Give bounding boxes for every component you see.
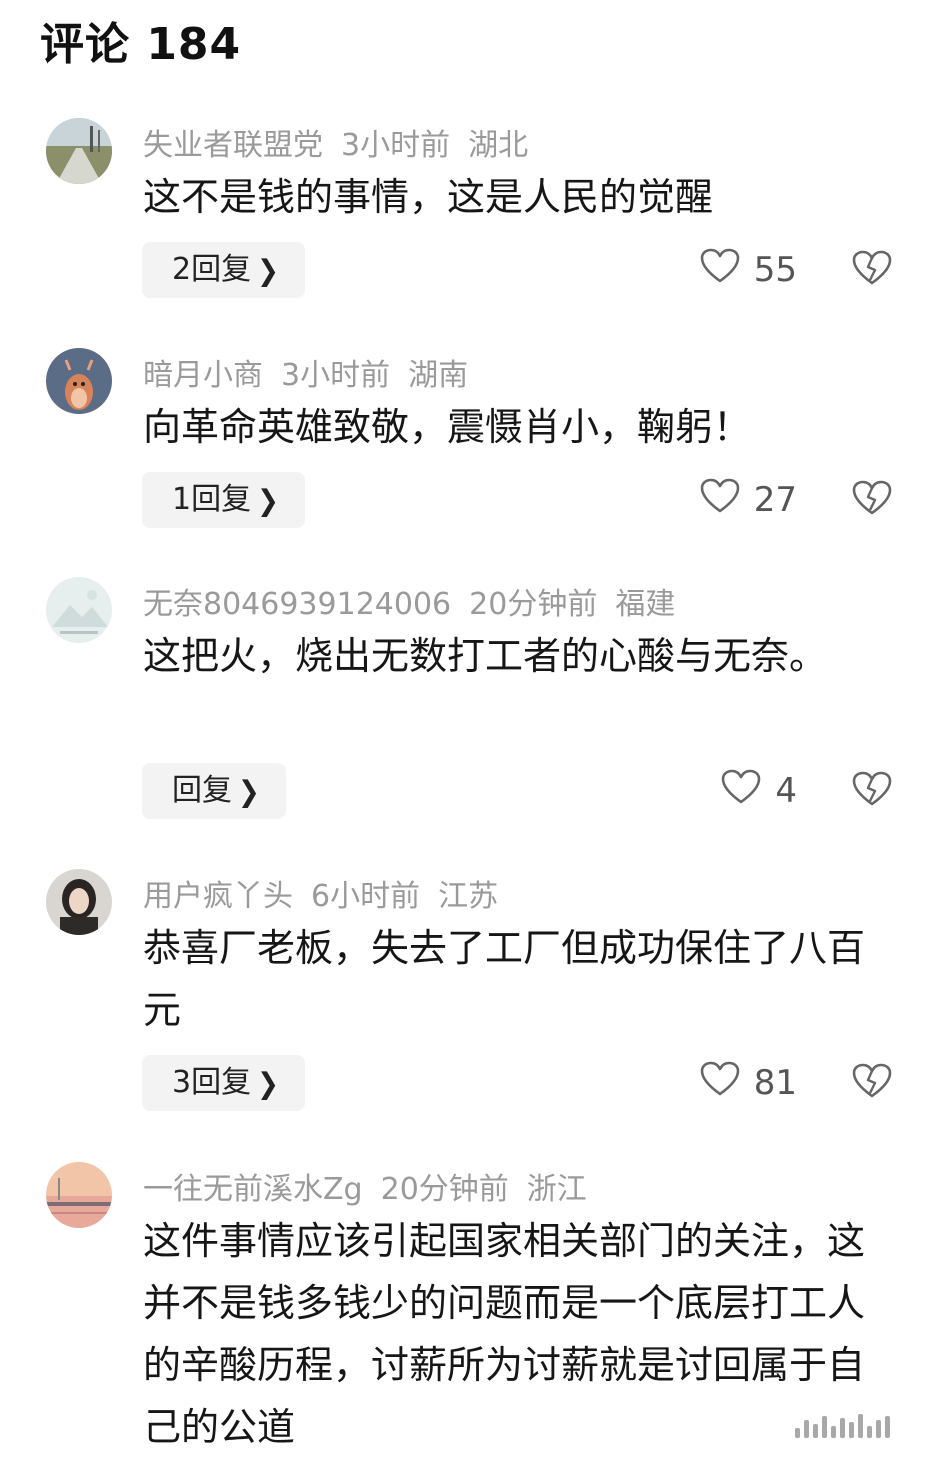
heart-outline-icon	[700, 248, 740, 293]
comment-text: 向革命英雄致敬，震慑肖小，鞠躬！	[143, 405, 752, 449]
watermark-logo	[795, 1412, 907, 1438]
comment-time: 3小时前	[281, 358, 391, 393]
comment-meta: 失业者联盟党 3小时前 湖北	[143, 120, 546, 164]
comment-username[interactable]: 一往无前溪水Zg	[143, 1172, 363, 1207]
broken-heart-icon	[852, 1063, 892, 1103]
chevron-right-icon: ❯	[257, 254, 279, 288]
comment-time: 20分钟前	[380, 1172, 509, 1207]
like-button[interactable]: 4	[721, 763, 797, 819]
like-count: 55	[753, 250, 797, 290]
comment-location: 浙江	[526, 1172, 587, 1207]
comment-time: 20分钟前	[469, 587, 598, 622]
comment-meta: 用户疯丫头 6小时前 江苏	[143, 871, 516, 915]
heart-outline-icon	[721, 769, 761, 814]
comment-text: 这不是钱的事情，这是人民的觉醒	[143, 175, 714, 219]
comment-location: 湖北	[468, 128, 529, 163]
reply-label: 3回复	[172, 1065, 252, 1100]
reply-button[interactable]: 3回复 ❯	[142, 1055, 305, 1111]
like-button[interactable]: 27	[700, 472, 797, 528]
comment-meta: 无奈8046939124006 20分钟前 福建	[143, 579, 693, 623]
reply-label: 1回复	[172, 482, 252, 517]
broken-heart-icon	[852, 771, 892, 811]
comment-meta: 一往无前溪水Zg 20分钟前 浙江	[143, 1164, 605, 1208]
dislike-button[interactable]	[851, 763, 893, 819]
comment-text: 这件事情应该引起国家相关部门的关注，这并不是钱多钱少的问题而是一个底层打工人的辛…	[143, 1219, 866, 1449]
cartoon-deer-avatar[interactable]	[46, 348, 112, 414]
broken-heart-icon	[852, 480, 892, 520]
comment-username[interactable]: 用户疯丫头	[143, 879, 293, 914]
dislike-button[interactable]	[851, 242, 893, 298]
comment-location: 江苏	[438, 879, 499, 914]
heart-outline-icon	[700, 478, 740, 523]
chevron-right-icon: ❯	[238, 775, 260, 809]
comments-header-title: 评论 184	[40, 19, 242, 70]
like-button[interactable]: 55	[700, 242, 797, 298]
heart-outline-icon	[700, 1061, 740, 1106]
comment-username[interactable]: 失业者联盟党	[143, 128, 323, 163]
comment-time: 6小时前	[311, 879, 421, 914]
reply-button[interactable]: 2回复 ❯	[142, 242, 305, 298]
like-count: 81	[753, 1063, 797, 1103]
like-count: 27	[753, 480, 797, 520]
comment-meta: 暗月小商 3小时前 湖南	[143, 350, 486, 394]
comment-text: 恭喜厂老板，失去了工厂但成功保住了八百元	[143, 926, 866, 1032]
girl-portrait-avatar[interactable]	[46, 869, 112, 935]
road-landscape-avatar[interactable]	[46, 118, 112, 184]
like-button[interactable]: 81	[700, 1055, 797, 1111]
comment-location: 福建	[615, 587, 676, 622]
comment-username[interactable]: 暗月小商	[143, 358, 263, 393]
comment-location: 湖南	[408, 358, 469, 393]
comment-time: 3小时前	[341, 128, 451, 163]
reply-button[interactable]: 回复 ❯	[142, 763, 286, 819]
broken-heart-icon	[852, 250, 892, 290]
comment-username[interactable]: 无奈8046939124006	[143, 587, 451, 622]
default-mountain-avatar[interactable]	[46, 577, 112, 643]
reply-button[interactable]: 1回复 ❯	[142, 472, 305, 528]
dislike-button[interactable]	[851, 1055, 893, 1111]
reply-label: 回复	[172, 773, 232, 808]
reply-label: 2回复	[172, 252, 252, 287]
chevron-right-icon: ❯	[257, 484, 279, 518]
sunset-sea-avatar[interactable]	[46, 1162, 112, 1228]
like-count: 4	[775, 771, 797, 811]
comment-text: 这把火，烧出无数打工者的心酸与无奈。	[143, 634, 828, 678]
dislike-button[interactable]	[851, 472, 893, 528]
chevron-right-icon: ❯	[257, 1067, 279, 1101]
